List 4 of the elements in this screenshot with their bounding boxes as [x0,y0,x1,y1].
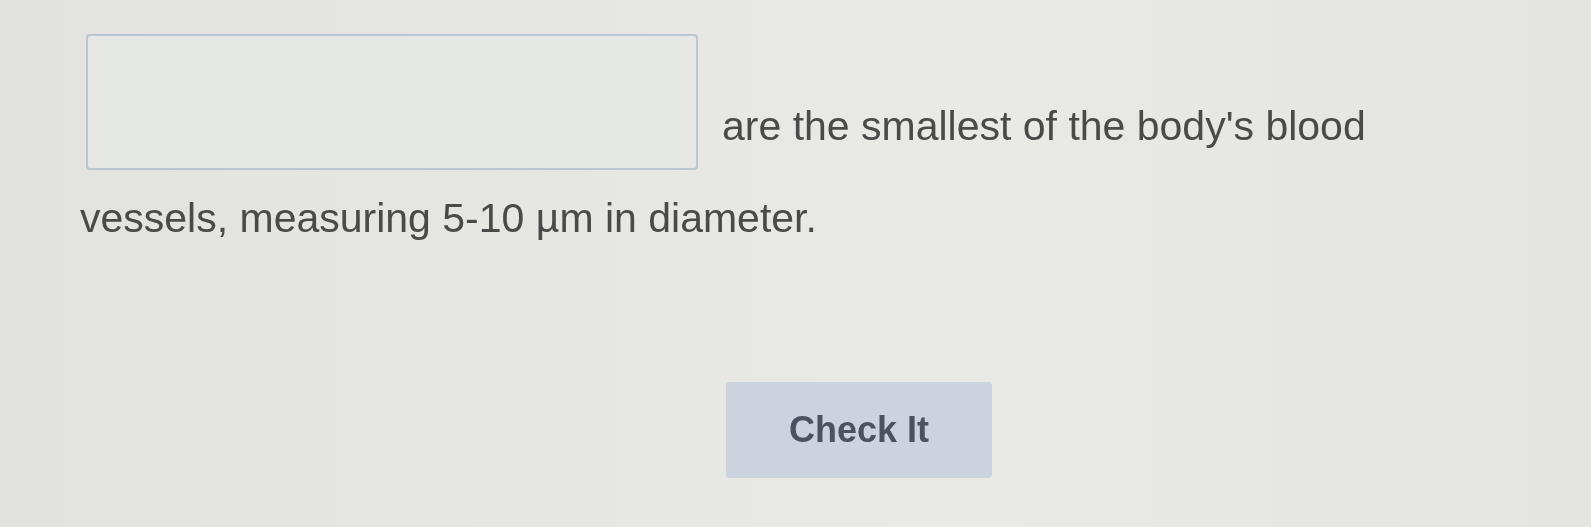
answer-field[interactable] [86,34,698,170]
sentence-text: vessels, measuring 5-10 µm in diameter. [80,194,817,242]
check-button[interactable]: Check It [726,382,992,478]
sentence-text: are the smallest of the body's blood [722,102,1366,150]
